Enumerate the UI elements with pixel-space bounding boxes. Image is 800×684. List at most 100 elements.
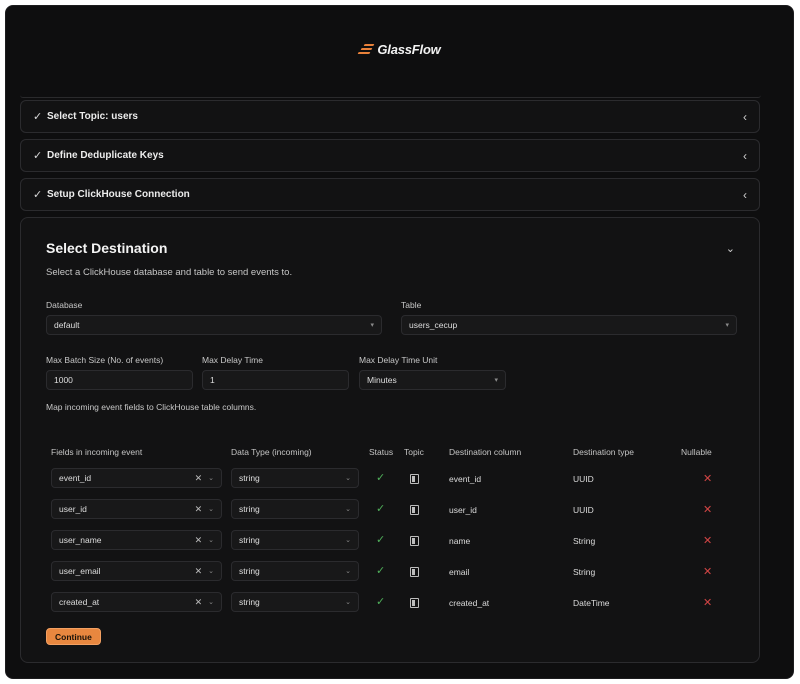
header-field: Fields in incoming event bbox=[51, 447, 143, 457]
close-icon[interactable]: ✕ bbox=[195, 535, 203, 546]
topic-icon[interactable] bbox=[410, 598, 419, 608]
chevron-down-icon: ⌄ bbox=[208, 599, 214, 606]
logo-text: GlassFlow bbox=[377, 42, 441, 57]
x-icon: ✕ bbox=[703, 597, 713, 609]
destination-column: event_id bbox=[449, 474, 482, 484]
field-value: user_name bbox=[59, 535, 102, 545]
step-label: Define Deduplicate Keys bbox=[47, 150, 164, 161]
card-subtitle: Select a ClickHouse database and table t… bbox=[46, 267, 293, 278]
field-value: event_id bbox=[59, 473, 92, 483]
card-title: Select Destination bbox=[46, 240, 168, 256]
delay-unit-value: Minutes bbox=[367, 375, 397, 385]
type-value: string bbox=[239, 566, 260, 576]
step-clickhouse-connection[interactable]: ✓ Setup ClickHouse Connection ‹ bbox=[20, 178, 760, 211]
chevron-down-icon: ⌄ bbox=[345, 475, 351, 482]
field-select-row-3[interactable]: user_email ✕ ⌄ bbox=[51, 561, 222, 581]
type-value: string bbox=[239, 504, 260, 514]
close-icon[interactable]: ✕ bbox=[195, 566, 203, 577]
chevron-left-icon[interactable]: ‹ bbox=[743, 110, 747, 124]
field-select-row-0[interactable]: event_id ✕ ⌄ bbox=[51, 468, 222, 488]
x-icon: ✕ bbox=[703, 566, 713, 578]
chevron-left-icon[interactable]: ‹ bbox=[743, 188, 747, 202]
x-icon: ✕ bbox=[703, 504, 713, 516]
type-value: string bbox=[239, 597, 260, 607]
chevron-down-icon: ⌄ bbox=[208, 475, 214, 482]
chevron-left-icon[interactable]: ‹ bbox=[743, 149, 747, 163]
destination-column: email bbox=[449, 567, 470, 577]
glassflow-logo-icon bbox=[357, 44, 375, 55]
delay-time-input[interactable]: 1 bbox=[202, 370, 349, 390]
chevron-down-icon: ⌄ bbox=[345, 568, 351, 575]
field-value: user_id bbox=[59, 504, 87, 514]
check-icon: ✓ bbox=[376, 534, 386, 546]
chevron-down-icon: ▾ bbox=[370, 322, 374, 329]
chevron-down-icon: ⌄ bbox=[345, 599, 351, 606]
delay-unit-label: Max Delay Time Unit bbox=[359, 355, 438, 365]
mapping-note: Map incoming event fields to ClickHouse … bbox=[46, 402, 257, 412]
chevron-down-icon[interactable]: ⌄ bbox=[726, 242, 735, 255]
close-icon[interactable]: ✕ bbox=[195, 473, 203, 484]
field-value: created_at bbox=[59, 597, 100, 607]
destination-type: DateTime bbox=[573, 598, 610, 608]
topic-icon[interactable] bbox=[410, 505, 419, 515]
table-label: Table bbox=[401, 300, 422, 310]
topic-icon[interactable] bbox=[410, 474, 419, 484]
type-value: string bbox=[239, 535, 260, 545]
database-select[interactable]: default ▾ bbox=[46, 315, 382, 335]
header-nullable: Nullable bbox=[681, 447, 712, 457]
step-label: Select Topic: users bbox=[47, 111, 138, 122]
header-destination-type: Destination type bbox=[573, 447, 634, 457]
header-status: Status bbox=[369, 447, 394, 457]
destination-type: UUID bbox=[573, 474, 594, 484]
batch-size-input[interactable]: 1000 bbox=[46, 370, 193, 390]
table-select[interactable]: users_cecup ▾ bbox=[401, 315, 737, 335]
destination-type: String bbox=[573, 536, 596, 546]
step-dedup-keys[interactable]: ✓ Define Deduplicate Keys ‹ bbox=[20, 139, 760, 172]
continue-button[interactable]: Continue bbox=[46, 628, 101, 645]
topic-icon[interactable] bbox=[410, 567, 419, 577]
type-value: string bbox=[239, 473, 260, 483]
chevron-down-icon: ⌄ bbox=[208, 537, 214, 544]
database-label: Database bbox=[46, 300, 83, 310]
type-select-row-4[interactable]: string ⌄ bbox=[231, 592, 359, 612]
header-topic: Topic bbox=[404, 447, 424, 457]
check-icon: ✓ bbox=[376, 503, 386, 515]
chevron-down-icon: ▾ bbox=[494, 377, 498, 384]
previous-step-edge bbox=[20, 95, 761, 98]
check-icon: ✓ bbox=[33, 189, 43, 201]
header-type: Data Type (incoming) bbox=[231, 447, 312, 457]
check-icon: ✓ bbox=[376, 596, 386, 608]
close-icon[interactable]: ✕ bbox=[195, 504, 203, 515]
check-icon: ✓ bbox=[33, 150, 43, 162]
destination-column: user_id bbox=[449, 505, 477, 515]
batch-size-value: 1000 bbox=[54, 375, 73, 385]
type-select-row-1[interactable]: string ⌄ bbox=[231, 499, 359, 519]
delay-unit-select[interactable]: Minutes ▾ bbox=[359, 370, 506, 390]
select-destination-card: Select Destination ⌄ Select a ClickHouse… bbox=[20, 217, 760, 663]
field-select-row-4[interactable]: created_at ✕ ⌄ bbox=[51, 592, 222, 612]
chevron-down-icon: ⌄ bbox=[345, 506, 351, 513]
chevron-down-icon: ⌄ bbox=[345, 537, 351, 544]
chevron-down-icon: ⌄ bbox=[208, 568, 214, 575]
destination-column: created_at bbox=[449, 598, 490, 608]
destination-column: name bbox=[449, 536, 471, 546]
delay-time-label: Max Delay Time bbox=[202, 355, 263, 365]
type-select-row-0[interactable]: string ⌄ bbox=[231, 468, 359, 488]
field-value: user_email bbox=[59, 566, 101, 576]
field-select-row-1[interactable]: user_id ✕ ⌄ bbox=[51, 499, 222, 519]
field-select-row-2[interactable]: user_name ✕ ⌄ bbox=[51, 530, 222, 550]
x-icon: ✕ bbox=[703, 535, 713, 547]
close-icon[interactable]: ✕ bbox=[195, 597, 203, 608]
step-select-topic[interactable]: ✓ Select Topic: users ‹ bbox=[20, 100, 760, 133]
database-value: default bbox=[54, 320, 80, 330]
delay-time-value: 1 bbox=[210, 375, 215, 385]
type-select-row-2[interactable]: string ⌄ bbox=[231, 530, 359, 550]
topic-icon[interactable] bbox=[410, 536, 419, 546]
destination-type: UUID bbox=[573, 505, 594, 515]
chevron-down-icon: ▾ bbox=[725, 322, 729, 329]
check-icon: ✓ bbox=[376, 565, 386, 577]
check-icon: ✓ bbox=[376, 472, 386, 484]
header-destination-column: Destination column bbox=[449, 447, 522, 457]
step-label: Setup ClickHouse Connection bbox=[47, 189, 190, 200]
type-select-row-3[interactable]: string ⌄ bbox=[231, 561, 359, 581]
